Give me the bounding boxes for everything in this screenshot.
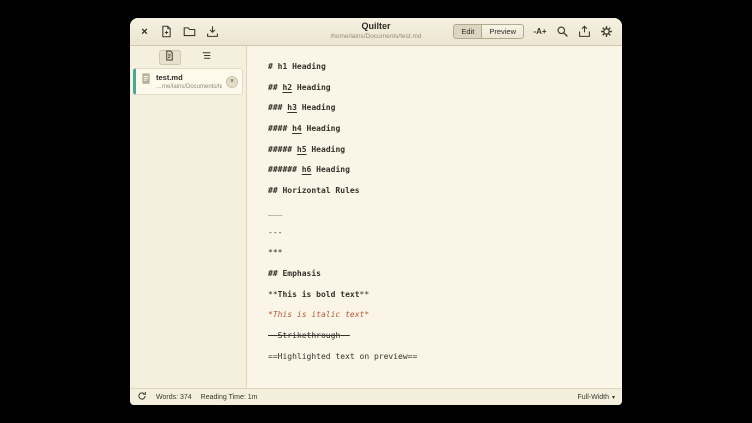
editor-segment: ######	[268, 165, 302, 174]
editor-segment: Strikethrough	[278, 331, 341, 340]
save-file-button[interactable]	[203, 23, 221, 41]
editor-segment: ## Horizontal Rules	[268, 186, 360, 195]
headerbar: ×	[130, 18, 622, 46]
editor-line[interactable]: ---	[268, 223, 622, 244]
editor-segment: Heading	[302, 124, 341, 133]
search-button[interactable]	[553, 23, 571, 41]
font-size-icon: -A+	[533, 27, 546, 36]
sidebar: test.md …me/lains/Documents/test.md ×	[130, 46, 247, 388]
editor-segment: ##	[268, 83, 282, 92]
editor-segment: Heading	[297, 103, 336, 112]
refresh-button[interactable]	[137, 391, 147, 403]
editor-line[interactable]: ___	[268, 202, 622, 223]
window-body: test.md …me/lains/Documents/test.md × # …	[130, 46, 622, 388]
sidebar-view-switcher	[130, 46, 246, 65]
gear-icon	[600, 25, 613, 38]
headerbar-right-group: Edit Preview -A+	[453, 23, 615, 41]
editor-segment: ####	[268, 124, 292, 133]
editor-line[interactable]: ## Emphasis	[268, 264, 622, 285]
edit-mode-button[interactable]: Edit	[453, 24, 482, 40]
new-file-icon	[160, 25, 173, 38]
editor-segment: This is bold text	[278, 290, 360, 299]
editor-segment: Heading	[311, 165, 350, 174]
chevron-down-icon: ▾	[612, 394, 615, 401]
headerbar-title-group: Quilter /home/lains/Documents/test.md	[330, 22, 421, 41]
editor-line[interactable]: ## h2 Heading	[268, 78, 622, 99]
editor-line[interactable]: ~~Strikethrough~~	[268, 326, 622, 347]
editor-segment: ~~	[340, 331, 350, 340]
editor-segment: *This is italic text*	[268, 310, 369, 319]
editor-line[interactable]: ==Highlighted text on preview==	[268, 347, 622, 368]
editor-segment: h4	[292, 124, 302, 133]
search-icon	[556, 25, 569, 38]
file-name: test.md	[156, 73, 222, 82]
window-subtitle: /home/lains/Documents/test.md	[330, 34, 421, 41]
new-file-button[interactable]	[157, 23, 175, 41]
export-button[interactable]	[575, 23, 593, 41]
editor-segment: Heading	[292, 83, 331, 92]
editor-segment: Heading	[307, 145, 346, 154]
outline-tab[interactable]	[196, 50, 218, 65]
window-close-button[interactable]: ×	[137, 24, 152, 40]
font-size-button[interactable]: -A+	[531, 23, 549, 41]
editor-line[interactable]: ### h3 Heading	[268, 98, 622, 119]
editor-line[interactable]: ## Horizontal Rules	[268, 181, 622, 202]
document-icon	[164, 48, 175, 66]
statusbar: Words: 374 Reading Time: 1m Full-Width ▾	[130, 388, 622, 405]
editor-segment: ___	[268, 207, 282, 216]
editor-segment: h3	[287, 103, 297, 112]
editor-segment: ## Emphasis	[268, 269, 321, 278]
open-file-icon	[183, 25, 196, 38]
outline-icon	[201, 48, 212, 66]
editor-line[interactable]: #### h4 Heading	[268, 119, 622, 140]
width-mode-button[interactable]: Full-Width ▾	[577, 394, 615, 401]
editor-segment: ***	[268, 248, 282, 257]
editor-segment: h5	[297, 145, 307, 154]
preview-mode-button[interactable]: Preview	[482, 24, 524, 40]
editor-segment: #####	[268, 145, 297, 154]
editor-line[interactable]: *This is italic text*	[268, 305, 622, 326]
editor-segment: **	[268, 290, 278, 299]
editor-segment: # h1 Heading	[268, 62, 326, 71]
editor-segment: ==Highlighted text on preview==	[268, 352, 417, 361]
refresh-icon	[137, 391, 147, 403]
quilter-window: ×	[130, 18, 622, 405]
editor-line[interactable]: # h1 Heading	[268, 57, 622, 78]
file-list-item[interactable]: test.md …me/lains/Documents/test.md ×	[133, 68, 243, 95]
save-file-icon	[206, 25, 219, 38]
mode-switcher: Edit Preview	[453, 24, 524, 40]
editor-segment: ---	[268, 228, 282, 237]
file-texts: test.md …me/lains/Documents/test.md	[156, 73, 222, 90]
editor-segment: ###	[268, 103, 287, 112]
file-path: …me/lains/Documents/test.md	[156, 84, 222, 90]
word-count: Words: 374	[156, 394, 192, 401]
width-mode-label: Full-Width	[577, 394, 609, 401]
file-close-button[interactable]: ×	[226, 76, 238, 88]
export-icon	[578, 25, 591, 38]
editor-segment: h2	[282, 83, 292, 92]
window-title: Quilter	[330, 22, 421, 31]
settings-button[interactable]	[597, 23, 615, 41]
editor-line[interactable]: **This is bold text**	[268, 285, 622, 306]
editor-line[interactable]: ###### h6 Heading	[268, 160, 622, 181]
open-file-button[interactable]	[180, 23, 198, 41]
editor-segment: **	[360, 290, 370, 299]
headerbar-left-group: ×	[137, 23, 221, 41]
editor-segment: ~~	[268, 331, 278, 340]
reading-time: Reading Time: 1m	[201, 394, 258, 401]
editor-line[interactable]: ***	[268, 243, 622, 264]
statusbar-left-group: Words: 374 Reading Time: 1m	[137, 391, 257, 403]
editor-segment: h6	[302, 165, 312, 174]
files-tab[interactable]	[159, 50, 181, 65]
editor-pane[interactable]: # h1 Heading## h2 Heading### h3 Heading#…	[247, 46, 622, 388]
markdown-file-icon	[140, 72, 152, 91]
editor-line[interactable]: ##### h5 Heading	[268, 140, 622, 161]
